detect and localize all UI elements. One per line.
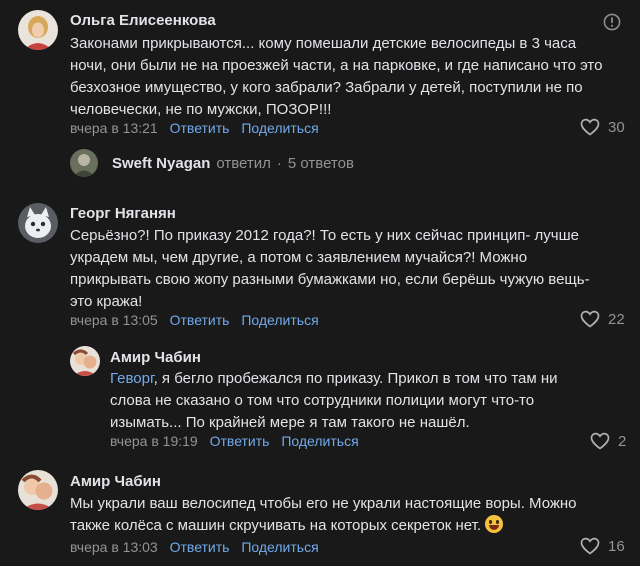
- reply-author[interactable]: Sweft Nyagan: [112, 155, 210, 172]
- like-count: 16: [608, 537, 625, 555]
- like-count: 2: [618, 432, 627, 450]
- share-button[interactable]: Поделиться: [241, 312, 318, 328]
- comment-meta: вчера в 13:21 Ответить Поделиться: [70, 120, 319, 136]
- reply-button[interactable]: Ответить: [210, 433, 270, 449]
- timestamp: вчера в 13:21: [70, 120, 158, 136]
- replies-count[interactable]: 5 ответов: [288, 155, 354, 172]
- like-button[interactable]: 16: [580, 537, 625, 555]
- comment-meta: вчера в 13:05 Ответить Поделиться: [70, 312, 319, 328]
- like-count: 30: [608, 118, 625, 136]
- comment-author[interactable]: Георг Няганян: [70, 205, 176, 222]
- comment-author[interactable]: Амир Чабин: [110, 349, 201, 366]
- like-button[interactable]: 2: [590, 432, 626, 450]
- comment-text: Серьёзно?! По приказу 2012 года?! То ест…: [70, 227, 590, 310]
- replies-summary[interactable]: Sweft Nyagan ответил · 5 ответов: [70, 148, 354, 178]
- share-button[interactable]: Поделиться: [281, 433, 358, 449]
- avatar[interactable]: [18, 10, 58, 50]
- comment-meta: вчера в 19:19 Ответить Поделиться: [110, 433, 359, 449]
- reply-button[interactable]: Ответить: [170, 120, 230, 136]
- reply-button[interactable]: Ответить: [170, 312, 230, 328]
- avatar[interactable]: [18, 203, 58, 243]
- like-button[interactable]: 30: [580, 118, 625, 136]
- timestamp: вчера в 19:19: [110, 433, 198, 449]
- heart-icon: [590, 432, 610, 450]
- reply-verb: ответил: [216, 154, 271, 172]
- report-icon[interactable]: [603, 13, 621, 31]
- share-button[interactable]: Поделиться: [241, 539, 318, 555]
- reply-button[interactable]: Ответить: [170, 539, 230, 555]
- comment-text: Геворг, я бегло пробежался по приказу. П…: [110, 370, 558, 431]
- avatar[interactable]: [18, 470, 58, 510]
- separator: ·: [276, 154, 282, 172]
- avatar[interactable]: [70, 149, 98, 177]
- avatar[interactable]: [70, 346, 100, 376]
- mention-link[interactable]: Геворг: [110, 370, 154, 387]
- timestamp: вчера в 13:05: [70, 312, 158, 328]
- share-button[interactable]: Поделиться: [241, 120, 318, 136]
- heart-icon: [580, 537, 600, 555]
- like-button[interactable]: 22: [580, 310, 625, 328]
- comment-text: Мы украли ваш велосипед чтобы его не укр…: [70, 495, 577, 534]
- comment-author[interactable]: Амир Чабин: [70, 473, 161, 490]
- heart-icon: [580, 118, 600, 136]
- timestamp: вчера в 13:03: [70, 539, 158, 555]
- grinning-face-icon: [485, 515, 504, 533]
- comment-text: Законами прикрываются... кому помешали д…: [70, 35, 603, 118]
- heart-icon: [580, 310, 600, 328]
- like-count: 22: [608, 310, 625, 328]
- comment-author[interactable]: Ольга Елисеенкова: [70, 12, 216, 29]
- comment-meta: вчера в 13:03 Ответить Поделиться: [70, 539, 319, 555]
